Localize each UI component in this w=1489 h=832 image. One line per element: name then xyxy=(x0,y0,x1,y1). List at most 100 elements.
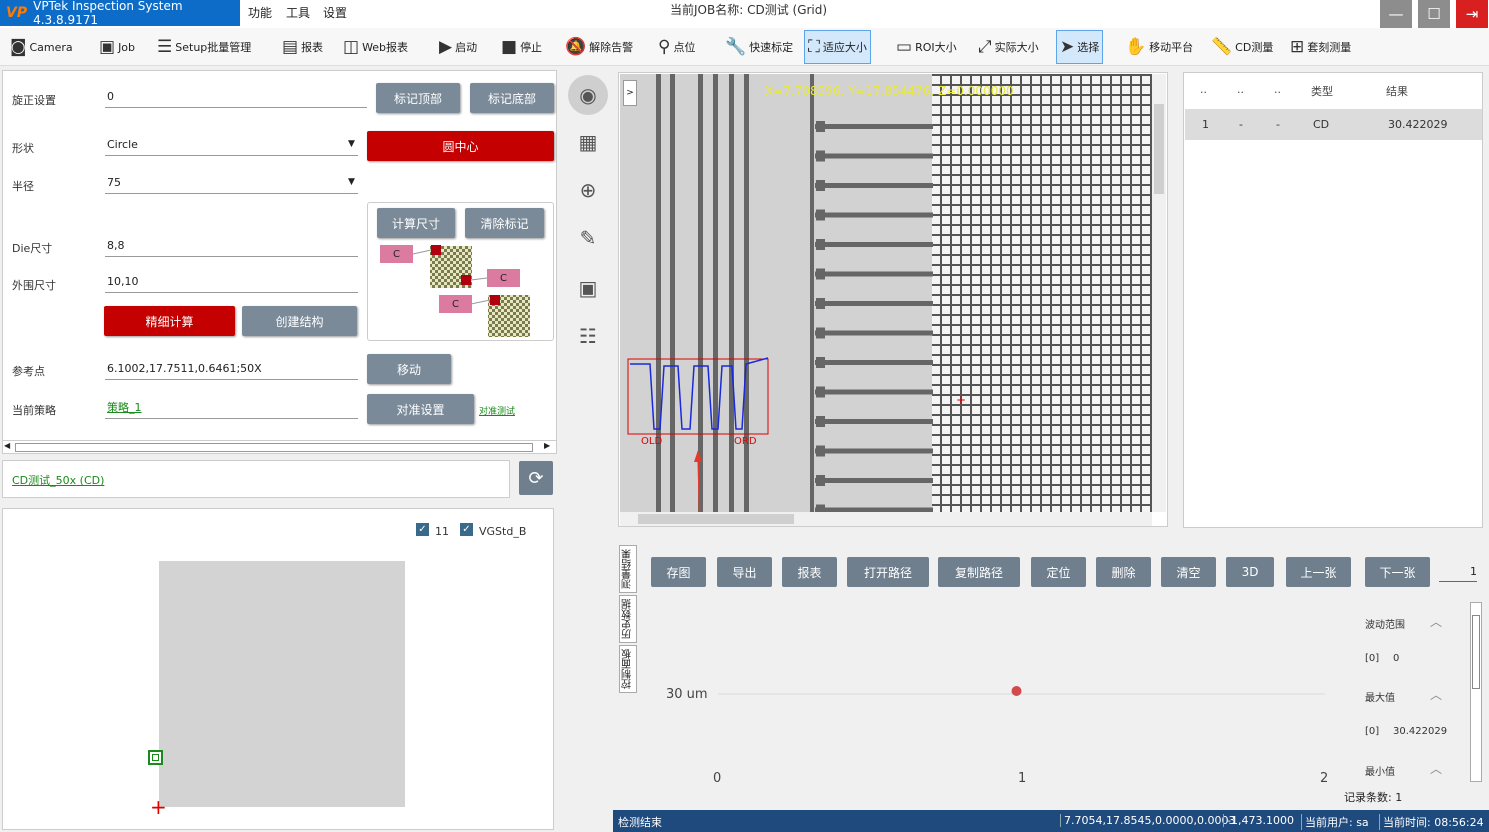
scroll-right-icon[interactable]: ▶ xyxy=(544,441,550,450)
comb-pad xyxy=(816,209,825,221)
toolbar-stop-button[interactable]: ■ 停止 xyxy=(498,30,545,64)
diagram-tag-2: C xyxy=(487,269,520,287)
toolbar-fit-button[interactable]: ⛶ 适应大小 xyxy=(804,30,871,64)
strategy-input[interactable]: 策略_1 xyxy=(105,399,358,419)
tab-measure-results[interactable]: 测量结果 xyxy=(619,545,637,593)
toolbar-report-button[interactable]: ▤ 报表 xyxy=(279,30,326,64)
result-cell-3: - xyxy=(1276,118,1280,131)
chart-point[interactable] xyxy=(1011,686,1022,696)
menu-function[interactable]: 功能 xyxy=(248,4,272,21)
shape-chevron-down-icon[interactable]: ▼ xyxy=(348,139,355,149)
action-button-2[interactable]: 报表 xyxy=(782,557,837,587)
wafer-die-area[interactable] xyxy=(159,561,405,807)
calc-size-button[interactable]: 计算尺寸 xyxy=(377,208,455,238)
outer-size-input[interactable]: 10,10 xyxy=(105,273,358,293)
radius-chevron-down-icon[interactable]: ▼ xyxy=(348,177,355,187)
action-button-10[interactable]: 下一张 xyxy=(1365,557,1430,587)
max-chevron-up-icon[interactable]: ︿ xyxy=(1430,686,1442,703)
circle-center-button[interactable]: 圆中心 xyxy=(367,131,554,161)
action-button-5[interactable]: 定位 xyxy=(1031,557,1086,587)
toolbar-cursor-button[interactable]: ➤ 选择 xyxy=(1056,30,1104,64)
image-panel-toggle[interactable]: > xyxy=(623,80,637,106)
action-button-9[interactable]: 上一张 xyxy=(1286,557,1351,587)
comb-finger xyxy=(815,212,933,218)
toolbar-ruler-button[interactable]: 📏 CD测量 xyxy=(1208,30,1276,64)
settings-horizontal-scrollbar[interactable]: ◀ ▶ xyxy=(2,440,557,454)
action-button-7[interactable]: 清空 xyxy=(1161,557,1216,587)
tab-control-panel[interactable]: 控制面板 xyxy=(619,645,637,693)
image-horizontal-scrollbar[interactable] xyxy=(620,512,1152,526)
page-index-input[interactable]: 1 xyxy=(1439,562,1477,582)
inspection-image[interactable]: + X=7.708596, Y=17.854476, Z=0.000000 OL… xyxy=(620,74,1152,512)
fine-calc-button[interactable]: 精细计算 xyxy=(104,306,235,336)
action-button-3[interactable]: 打开路径 xyxy=(847,557,929,587)
image-vscroll-thumb[interactable] xyxy=(1154,104,1164,194)
radius-select[interactable]: 75 xyxy=(105,174,358,194)
range-chevron-up-icon[interactable]: ︿ xyxy=(1430,613,1442,630)
toolbar-hand-button[interactable]: ✋ 移动平台 xyxy=(1122,30,1196,64)
comb-finger xyxy=(815,183,933,188)
refresh-settings-icon[interactable]: ⟳ xyxy=(519,461,553,495)
comb-pad xyxy=(816,386,825,398)
toolbar-pin-button[interactable]: ⚲ 点位 xyxy=(655,30,698,64)
camera-view-icon[interactable]: ◉ xyxy=(568,75,608,115)
ruler-tool-icon[interactable]: ✎ xyxy=(568,218,608,258)
scrollbar-thumb[interactable] xyxy=(15,443,533,452)
mark-bottom-button[interactable]: 标记底部 xyxy=(470,83,554,113)
align-test-link[interactable]: 对准测试 xyxy=(479,404,515,417)
stats-scrollbar[interactable] xyxy=(1470,602,1482,782)
checkbox-vgstd[interactable]: ✓ xyxy=(460,523,473,536)
grid-icon[interactable]: ▦ xyxy=(568,122,608,162)
result-col-result: 结果 xyxy=(1386,85,1408,98)
scroll-left-icon[interactable]: ◀ xyxy=(4,441,10,450)
toolbar-play-button[interactable]: ▶ 启动 xyxy=(436,30,480,64)
toolbar-camera-button[interactable]: ◙ Camera xyxy=(7,30,76,64)
toolbar-wrench-button[interactable]: 🔧 快速标定 xyxy=(722,30,796,64)
toolbar-bell-off-button[interactable]: 🔕 解除告警 xyxy=(562,30,636,64)
action-button-8[interactable]: 3D xyxy=(1226,557,1274,587)
toolbar-fullsize-button[interactable]: ⤢ 实际大小 xyxy=(975,30,1042,64)
toolbar-label: 解除告警 xyxy=(589,41,634,54)
clear-marks-button[interactable]: 清除标记 xyxy=(465,208,544,238)
exit-button[interactable]: ⇥ xyxy=(1456,0,1488,28)
checkbox-11[interactable]: ✓ xyxy=(416,523,429,536)
shape-select[interactable]: Circle xyxy=(105,136,358,156)
action-button-6[interactable]: 删除 xyxy=(1096,557,1151,587)
min-chevron-up-icon[interactable]: ︿ xyxy=(1430,760,1442,777)
comb-pad xyxy=(816,357,825,368)
rotation-input[interactable]: 0 xyxy=(105,88,367,108)
checklist-tool-icon[interactable]: ☷ xyxy=(568,316,608,356)
toolbar-web-report-button[interactable]: ◫ Web报表 xyxy=(340,30,411,64)
reference-point-input[interactable]: 6.1002,17.7511,0.6461;50X xyxy=(105,360,358,380)
action-button-0[interactable]: 存图 xyxy=(651,557,706,587)
die-size-input[interactable]: 8,8 xyxy=(105,237,358,257)
toolbar-briefcase-button[interactable]: ▣ Job xyxy=(96,30,138,64)
recipe-link[interactable]: CD测试_50x (CD) xyxy=(12,472,104,488)
toolbar-label: 停止 xyxy=(520,41,543,54)
image-vertical-scrollbar[interactable] xyxy=(1152,74,1166,512)
wafer-map-icon[interactable]: ⊕ xyxy=(568,170,608,210)
outer-size-label: 外围尺寸 xyxy=(12,279,56,292)
toolbar-roi-button[interactable]: ▭ ROI大小 xyxy=(893,30,960,64)
tab-history-data[interactable]: 历史数据 xyxy=(619,595,637,643)
menu-tools[interactable]: 工具 xyxy=(286,4,310,21)
app-title: VPTek Inspection System 4.3.8.9171 xyxy=(33,0,183,27)
menu-settings[interactable]: 设置 xyxy=(323,4,347,21)
toolbar-label: ROI大小 xyxy=(915,41,957,54)
stats-scroll-thumb[interactable] xyxy=(1472,615,1480,689)
mark-top-button[interactable]: 标记顶部 xyxy=(376,83,460,113)
image-hscroll-thumb[interactable] xyxy=(638,514,794,524)
rotation-label: 旋正设置 xyxy=(12,94,56,107)
result-col-type: 类型 xyxy=(1311,85,1333,98)
minimize-button[interactable]: — xyxy=(1380,0,1412,28)
status-time: 当前时间: 08:56:24 xyxy=(1379,814,1484,830)
create-structure-button[interactable]: 创建结构 xyxy=(242,306,357,336)
toolbar-checklist-button[interactable]: ☰ Setup批量管理 xyxy=(154,30,254,64)
move-button[interactable]: 移动 xyxy=(367,354,451,384)
toolbar-plus-button[interactable]: ⊞ 套刻测量 xyxy=(1287,30,1354,64)
image-frame-icon[interactable]: ▣ xyxy=(568,268,608,308)
maximize-button[interactable]: ☐ xyxy=(1418,0,1450,28)
action-button-4[interactable]: 复制路径 xyxy=(938,557,1020,587)
align-settings-button[interactable]: 对准设置 xyxy=(367,394,474,424)
action-button-1[interactable]: 导出 xyxy=(717,557,772,587)
